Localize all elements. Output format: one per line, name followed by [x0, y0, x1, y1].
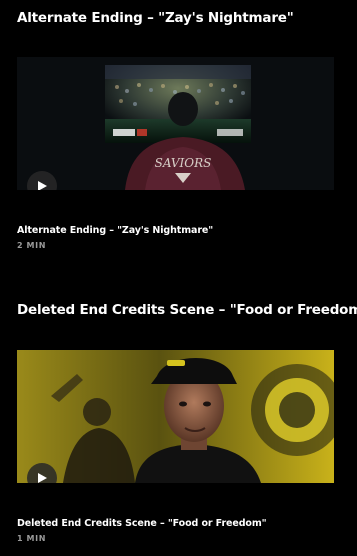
thumbnail-image: SAVIORS: [17, 57, 334, 190]
video-thumbnail[interactable]: SAVIORS: [17, 57, 334, 190]
clip-duration: 1 MIN: [17, 534, 46, 543]
clip-duration: 2 MIN: [17, 241, 46, 250]
clip-card-deleted-scene: Deleted End Credits Scene – "Food or Fre…: [0, 290, 357, 556]
clip-card-alternate-ending: Alternate Ending – "Zay's Nightmare" SAV…: [0, 0, 357, 260]
clip-title[interactable]: Alternate Ending – "Zay's Nightmare": [17, 225, 213, 236]
thumbnail-image: [17, 350, 334, 483]
section-title: Deleted End Credits Scene – "Food or Fre…: [17, 302, 357, 318]
play-icon: [38, 473, 47, 483]
clip-title[interactable]: Deleted End Credits Scene – "Food or Fre…: [17, 518, 267, 529]
jersey-text: SAVIORS: [155, 156, 212, 170]
section-title: Alternate Ending – "Zay's Nightmare": [17, 10, 294, 26]
video-thumbnail[interactable]: [17, 350, 334, 483]
play-icon: [38, 181, 47, 190]
